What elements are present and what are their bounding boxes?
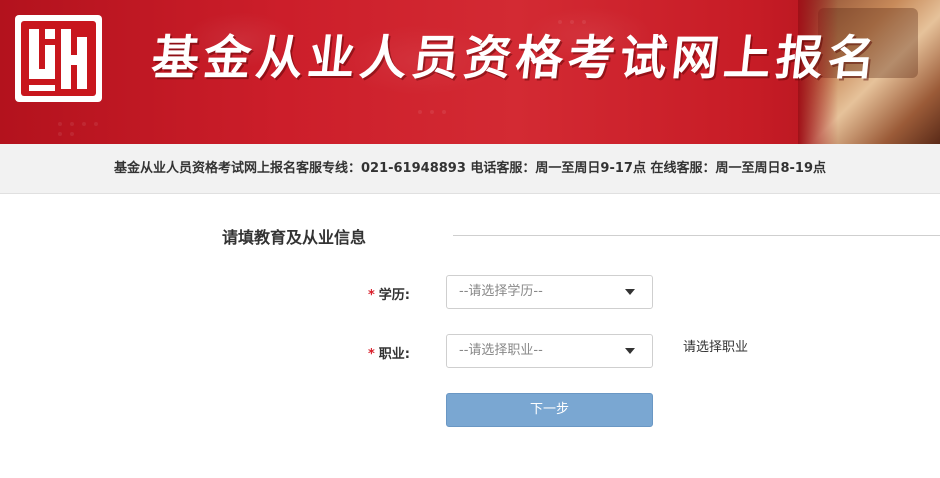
education-select[interactable]: --请选择学历-- [446, 275, 653, 309]
section-divider [453, 235, 940, 236]
occupation-label-text: 职业: [378, 347, 410, 362]
header-banner: 基金从业人员资格考试网上报名 [0, 0, 940, 144]
education-select-value: --请选择学历-- [459, 284, 543, 299]
occupation-select-value: --请选择职业-- [459, 343, 543, 358]
occupation-select[interactable]: --请选择职业-- [446, 334, 653, 368]
caret-down-icon [625, 348, 635, 354]
education-label-text: 学历: [378, 288, 410, 303]
next-step-button[interactable]: 下一步 [446, 393, 653, 427]
caret-down-icon [625, 289, 635, 295]
seal-logo-icon [15, 15, 102, 102]
customer-service-hotline: 基金从业人员资格考试网上报名客服专线：021-61948893 电话客服：周一至… [0, 144, 940, 194]
education-label: * 学历: [290, 284, 410, 303]
occupation-label: * 职业: [290, 343, 410, 362]
section-title: 请填教育及从业信息 [222, 228, 367, 247]
page-title: 基金从业人员资格考试网上报名 [149, 31, 883, 86]
occupation-hint: 请选择职业 [683, 340, 749, 355]
required-mark: * [367, 288, 375, 303]
required-mark: * [367, 347, 375, 362]
